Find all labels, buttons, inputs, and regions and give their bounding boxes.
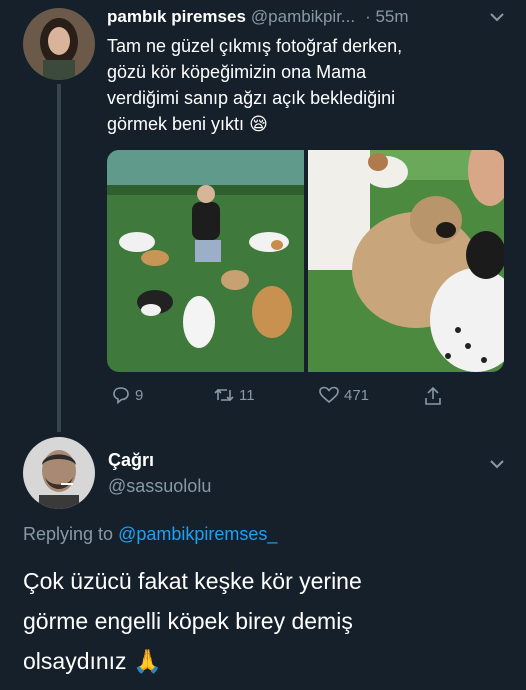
tweet-text-line: verdiğimi sanıp ağzı açık beklediğini [107, 88, 396, 108]
tweet-text-line: Tam ne güzel çıkmış fotoğraf derken, [107, 36, 403, 56]
reply-menu-button[interactable] [488, 455, 506, 473]
reply-text: Çok üzücü fakat keşke kör yerine görme e… [23, 561, 518, 681]
tweet-author-handle[interactable]: @pambikpir... [251, 7, 355, 27]
share-action[interactable] [423, 385, 443, 407]
chevron-down-icon [490, 460, 504, 469]
replying-to: Replying to @pambikpiremses_ [23, 524, 277, 545]
tweet-menu-button[interactable] [488, 8, 506, 26]
share-icon [425, 386, 441, 405]
thread-connector-line [57, 84, 61, 432]
retweet-icon [214, 388, 234, 402]
tweet-photo-1[interactable] [107, 150, 304, 372]
tweet-text-line: görmek beni yıktı 😪 [107, 114, 268, 134]
reply-author-avatar[interactable] [23, 437, 95, 509]
retweet-count: 11 [239, 386, 255, 404]
sleepy-face-emoji: 😪 [249, 114, 268, 134]
reply-action[interactable]: 9 [111, 385, 143, 405]
like-action[interactable]: 471 [318, 385, 369, 405]
chevron-down-icon [490, 13, 504, 22]
replying-to-handle[interactable]: @pambikpiremses_ [118, 524, 277, 544]
like-count: 471 [344, 386, 370, 404]
reply-text-line: Çok üzücü fakat keşke kör yerine [23, 568, 362, 594]
reply-author-name[interactable]: Çağrı [108, 450, 154, 471]
tweet-text: Tam ne güzel çıkmış fotoğraf derken, göz… [107, 33, 512, 137]
tweet-text-line: gözü kör köpeğimizin ona Mama [107, 62, 367, 82]
reply-icon [113, 387, 129, 405]
replying-to-label: Replying to [23, 524, 114, 544]
tweet-photo-2[interactable] [308, 150, 504, 372]
tweet-header: pambık piremses @pambikpir... · 55m [107, 5, 517, 29]
folded-hands-emoji: 🙏 [132, 648, 162, 674]
reply-count: 9 [135, 386, 144, 404]
reply-text-line: olsaydınız 🙏 [23, 648, 162, 674]
reply-author-handle[interactable]: @sassuololu [108, 476, 211, 497]
reply-text-line: görme engelli köpek birey demiş [23, 608, 353, 634]
tweet-timestamp[interactable]: · 55m [365, 7, 408, 27]
tweet-author-name[interactable]: pambık piremses [107, 7, 246, 27]
retweet-action[interactable]: 11 [213, 385, 255, 405]
heart-icon [319, 386, 339, 404]
tweet-author-avatar[interactable] [23, 8, 95, 80]
